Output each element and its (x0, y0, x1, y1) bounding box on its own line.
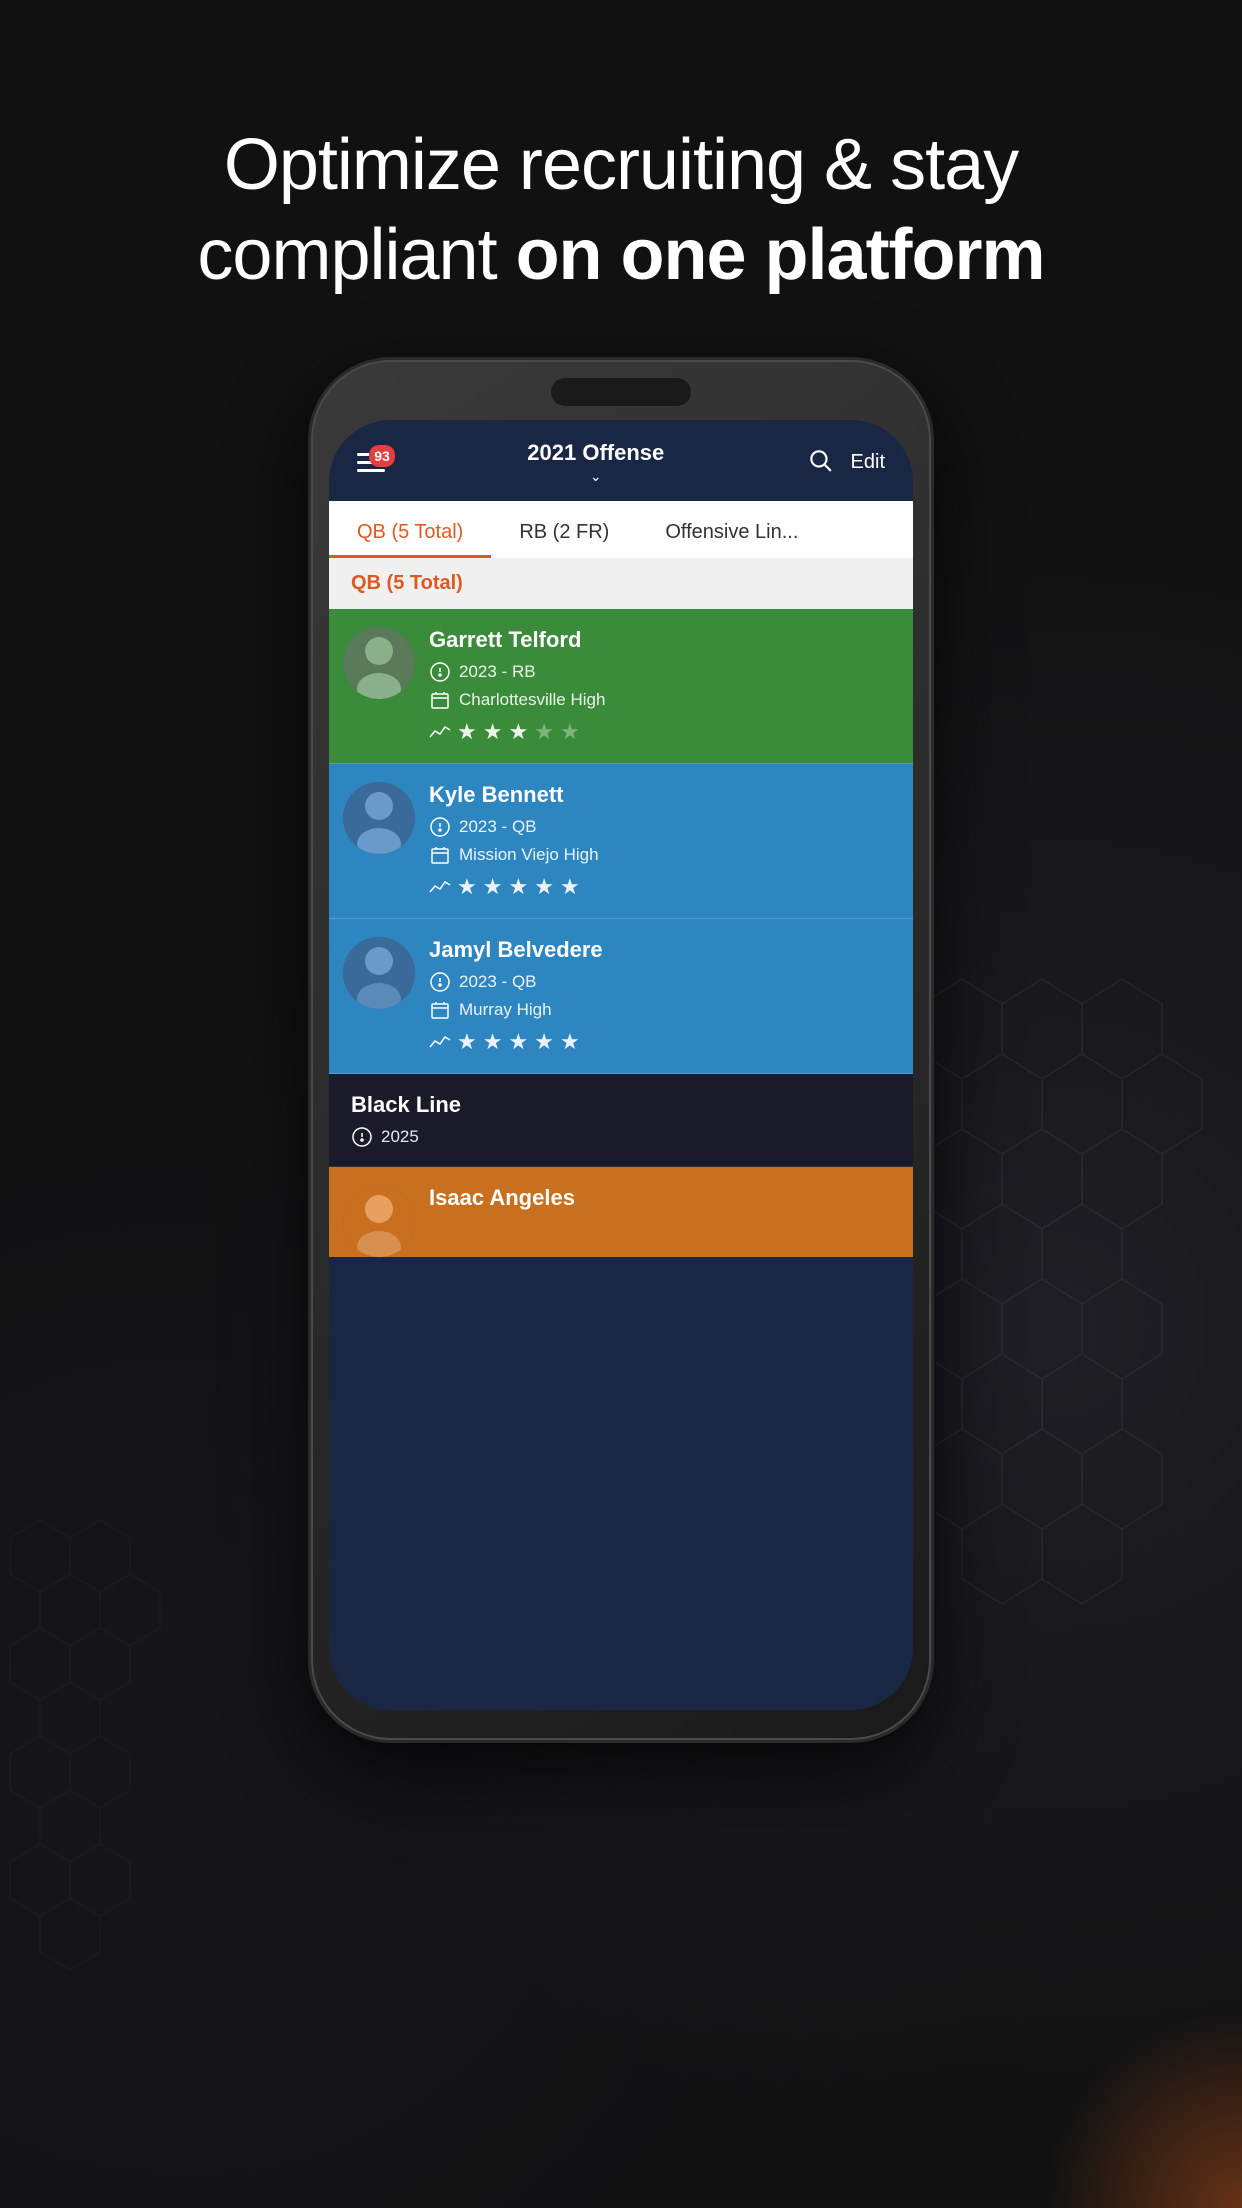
star3-garrett: ★ (508, 719, 528, 745)
tab-ol[interactable]: Offensive Lin... (637, 501, 826, 558)
avatar-kyle (343, 782, 415, 854)
avatar-garrett (343, 627, 415, 699)
star1-kyle: ★ (457, 874, 477, 900)
player-school-row-kyle: Mission Viejo High (429, 844, 895, 866)
player-year-pos-row-kyle: 2023 - QB (429, 816, 895, 838)
avatar-jamyl (343, 937, 415, 1009)
header-title-area: 2021 Offense ⌄ (527, 440, 664, 485)
player-name-jamyl: Jamyl Belvedere (429, 937, 895, 963)
player-info-isaac: Isaac Angeles (429, 1185, 895, 1219)
player-info-garrett: Garrett Telford 2023 - RB (429, 627, 895, 745)
phone-screen: 93 2021 Offense ⌄ Edit (329, 420, 913, 1710)
player-year-pos-jamyl: 2023 - QB (459, 972, 537, 992)
edit-button[interactable]: Edit (851, 451, 885, 474)
player-card-garrett[interactable]: Garrett Telford 2023 - RB (329, 609, 913, 764)
player-year-pos-garrett: 2023 - RB (459, 662, 536, 682)
player-detail-blackline: 2025 (351, 1126, 895, 1148)
player-name-kyle: Kyle Bennett (429, 782, 895, 808)
section-label: QB (5 Total) (329, 558, 913, 609)
player-year-pos-row-jamyl: 2023 - QB (429, 971, 895, 993)
star4-garrett: ★ (534, 719, 554, 745)
phone-mockup: 93 2021 Offense ⌄ Edit (311, 360, 931, 1740)
player-name-garrett: Garrett Telford (429, 627, 895, 653)
star2-kyle: ★ (483, 874, 503, 900)
hero-section: Optimize recruiting & stay compliant on … (117, 0, 1124, 360)
section-label-text: QB (5 Total) (351, 572, 463, 594)
player-school-row-jamyl: Murray High (429, 999, 895, 1021)
player-card-blackline[interactable]: Black Line 2025 (329, 1074, 913, 1167)
star2-jamyl: ★ (483, 1029, 503, 1055)
app-header: 93 2021 Offense ⌄ Edit (329, 420, 913, 501)
player-school-garrett: Charlottesville High (459, 690, 605, 710)
phone-notch (551, 378, 691, 406)
star5-garrett: ★ (560, 719, 580, 745)
phone-frame: 93 2021 Offense ⌄ Edit (311, 360, 931, 1740)
stars-row-kyle: ★ ★ ★ ★ ★ (429, 874, 895, 900)
star4-kyle: ★ (534, 874, 554, 900)
star5-jamyl: ★ (560, 1029, 580, 1055)
star3-kyle: ★ (508, 874, 528, 900)
player-name-blackline: Black Line (351, 1092, 895, 1118)
tab-rb[interactable]: RB (2 FR) (491, 501, 637, 558)
search-button[interactable] (807, 447, 833, 478)
player-name-isaac: Isaac Angeles (429, 1185, 895, 1211)
stars-row-garrett: ★ ★ ★ ★ ★ (429, 719, 895, 745)
tab-qb[interactable]: QB (5 Total) (329, 501, 491, 558)
dropdown-arrow-icon[interactable]: ⌄ (527, 468, 664, 485)
stars-row-jamyl: ★ ★ ★ ★ ★ (429, 1029, 895, 1055)
star1-garrett: ★ (457, 719, 477, 745)
star3-jamyl: ★ (508, 1029, 528, 1055)
notification-badge: 93 (369, 445, 395, 467)
player-year-pos-kyle: 2023 - QB (459, 817, 537, 837)
star2-garrett: ★ (483, 719, 503, 745)
star5-kyle: ★ (560, 874, 580, 900)
hero-line1: Optimize recruiting & stay (224, 125, 1018, 205)
hero-line2-bold: on one platform (516, 215, 1045, 295)
player-info-kyle: Kyle Bennett 2023 - QB (429, 782, 895, 900)
header-right: Edit (807, 447, 885, 478)
player-card-kyle[interactable]: Kyle Bennett 2023 - QB (329, 764, 913, 919)
player-card-isaac[interactable]: Isaac Angeles (329, 1167, 913, 1257)
player-year-pos-row-garrett: 2023 - RB (429, 661, 895, 683)
hero-line2: compliant (197, 215, 515, 295)
tabs-bar: QB (5 Total) RB (2 FR) Offensive Lin... (329, 501, 913, 558)
player-school-row-garrett: Charlottesville High (429, 689, 895, 711)
player-card-jamyl[interactable]: Jamyl Belvedere 2023 - QB (329, 919, 913, 1074)
player-school-jamyl: Murray High (459, 1000, 552, 1020)
player-school-kyle: Mission Viejo High (459, 845, 599, 865)
avatar-isaac (343, 1185, 415, 1257)
header-left: 93 (357, 453, 385, 472)
star4-jamyl: ★ (534, 1029, 554, 1055)
player-info-jamyl: Jamyl Belvedere 2023 - QB (429, 937, 895, 1055)
star1-jamyl: ★ (457, 1029, 477, 1055)
player-year-blackline: 2025 (381, 1127, 419, 1147)
header-title: 2021 Offense (527, 440, 664, 466)
